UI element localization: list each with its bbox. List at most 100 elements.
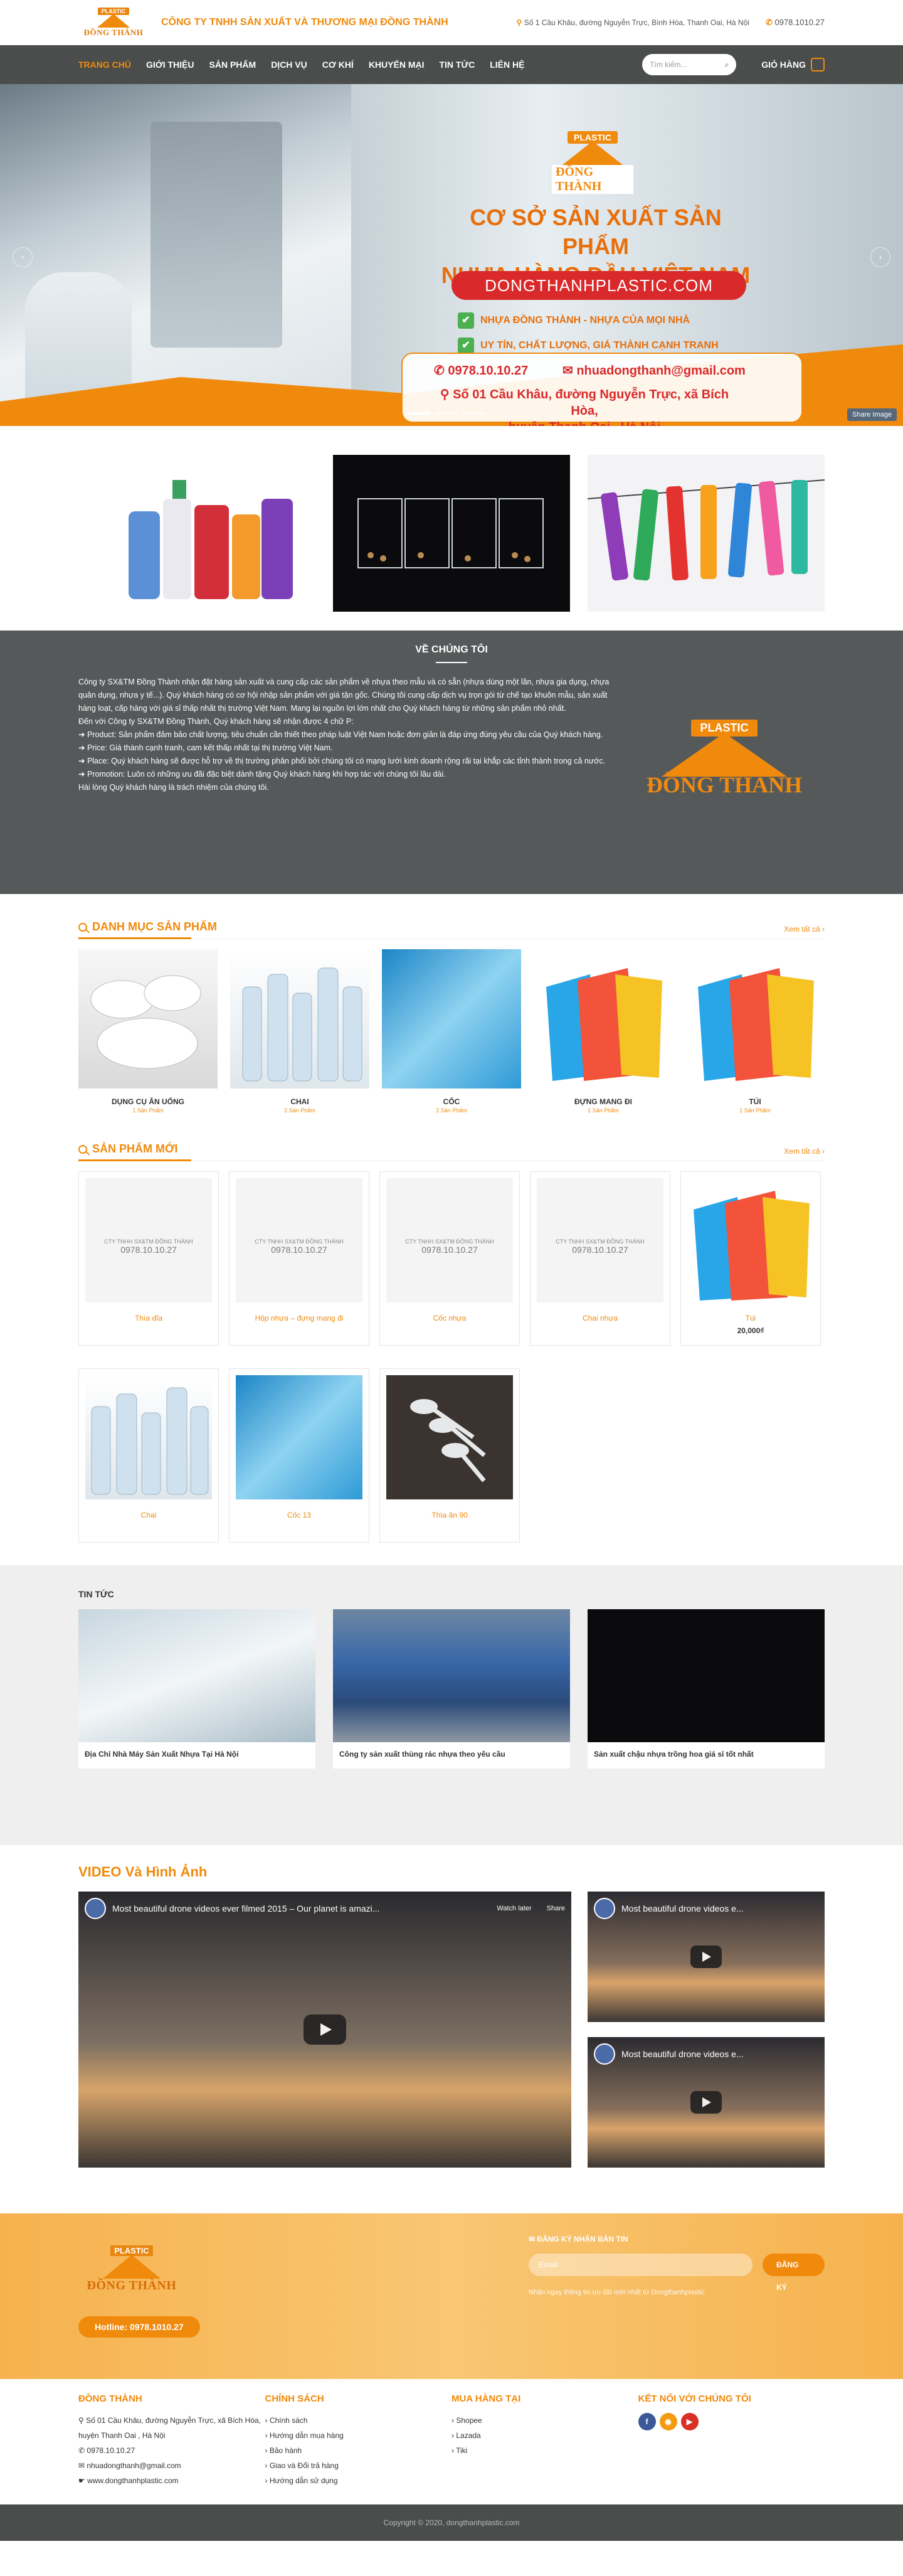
category-card[interactable]: TÚI 1 Sản Phẩm xyxy=(685,949,825,1114)
side-video-player[interactable]: Most beautiful drone videos e... xyxy=(588,1892,825,2022)
nav-mechanical[interactable]: CƠ KHÍ xyxy=(322,60,354,70)
news-headline[interactable]: Sản xuất chậu nhựa trồng hoa giá sỉ tốt … xyxy=(588,1742,825,1769)
search-input[interactable]: Tìm kiếm... ⌕ xyxy=(642,54,737,75)
product-card[interactable]: CTY TNHH SX&TM ĐỒNG THÀNH 0978.10.10.27 Th… xyxy=(78,1171,219,1346)
footer-phone[interactable]: ✆ 0978.10.10.27 xyxy=(78,2443,265,2458)
footer-email[interactable]: ✉ nhuadongthanh@gmail.com xyxy=(78,2458,265,2473)
banner-plastic-trays[interactable] xyxy=(333,455,570,612)
product-name[interactable]: Chai nhựa xyxy=(537,1314,663,1323)
play-icon[interactable] xyxy=(690,1945,722,1968)
watch-later-button[interactable]: Watch later xyxy=(497,1905,531,1912)
slider-next-icon[interactable]: › xyxy=(870,247,890,267)
category-card[interactable]: ĐỰNG MANG ĐI 1 Sản Phẩm xyxy=(534,949,673,1114)
product-card[interactable]: Chai xyxy=(78,1368,219,1543)
hero-check-1: ✔ NHỰA ĐỒNG THÀNH - NHỰA CỦA MỌI NHÀ xyxy=(458,312,690,329)
main-video-player[interactable]: Most beautiful drone videos ever filmed … xyxy=(78,1892,571,2168)
news-headline[interactable]: Công ty sản xuất thùng rác nhựa theo yêu… xyxy=(333,1742,570,1769)
product-name[interactable]: Hộp nhựa – đựng mang đi xyxy=(236,1314,362,1323)
nav-contact[interactable]: LIÊN HỆ xyxy=(490,60,524,70)
product-watermark: CTY TNHH SX&TM ĐỒNG THÀNH 0978.10.10.27 xyxy=(537,1238,663,1255)
nav-promotion[interactable]: KHUYẾN MẠI xyxy=(369,60,425,70)
youtube-icon[interactable]: ▶ xyxy=(680,2413,699,2430)
share-image-button[interactable]: Share Image xyxy=(847,408,897,421)
about-section: VỀ CHÚNG TÔI Công ty SX&TM Đồng Thành nh… xyxy=(0,631,903,894)
nav-about[interactable]: GIỚI THIỆU xyxy=(146,60,194,70)
category-see-all-link[interactable]: Xem tất cả › xyxy=(784,925,825,934)
category-card[interactable]: CHAI 2 Sản Phẩm xyxy=(230,949,369,1114)
footer-logo[interactable]: PLASTIC ĐỒNG THÀNH xyxy=(78,2235,185,2304)
footer-link[interactable]: › Shopee xyxy=(452,2413,638,2428)
footer-logo-triangle-icon xyxy=(103,2255,161,2279)
site-logo[interactable]: PLASTIC ĐỒNG THÀNH xyxy=(78,4,149,41)
banner-cleaning-bottles[interactable] xyxy=(78,455,315,612)
product-name[interactable]: Túi xyxy=(687,1314,814,1323)
play-icon[interactable] xyxy=(304,2014,346,2045)
about-logo: PLASTIC ĐỒNG THÀNH xyxy=(624,676,825,798)
nav-products[interactable]: SẢN PHẨM xyxy=(209,60,256,70)
category-card[interactable]: DỤNG CỤ ĂN UỐNG 1 Sản Phẩm xyxy=(78,949,218,1114)
copyright-text: Copyright © 2020, dongthanhplastic.com xyxy=(383,2518,520,2527)
product-card[interactable]: Túi 20,000₫ xyxy=(680,1171,821,1346)
share-button[interactable]: Share xyxy=(547,1905,565,1912)
video-main-title[interactable]: Most beautiful drone videos ever filmed … xyxy=(112,1903,490,1913)
footer-link[interactable]: › Lazada xyxy=(452,2428,638,2443)
nav-services[interactable]: DỊCH VỤ xyxy=(271,60,307,70)
news-card[interactable]: Sản xuất chậu nhựa trồng hoa giá sỉ tốt … xyxy=(588,1609,825,1769)
watermark-phone: 0978.10.10.27 xyxy=(120,1245,177,1255)
footer-link[interactable]: › Hướng dẫn sử dụng xyxy=(265,2473,452,2488)
newsletter-email-input[interactable]: Email xyxy=(529,2254,753,2276)
slider-prev-icon[interactable]: ‹ xyxy=(13,247,33,267)
product-card[interactable]: CTY TNHH SX&TM ĐỒNG THÀNH 0978.10.10.27 Hộ… xyxy=(229,1171,369,1346)
cart-label: GIỎ HÀNG xyxy=(761,60,806,70)
video-title-bar: Most beautiful drone videos ever filmed … xyxy=(85,1898,565,1919)
location-icon: ⚲ xyxy=(516,18,522,27)
hotline-button[interactable]: Hotline: 0978.1010.27 xyxy=(78,2316,200,2338)
slider-dot[interactable] xyxy=(435,412,458,415)
news-image xyxy=(333,1609,570,1742)
copyright-bar: Copyright © 2020, dongthanhplastic.com xyxy=(0,2504,903,2541)
product-name[interactable]: Thìa dĩa xyxy=(85,1314,212,1323)
bags-illustration xyxy=(546,968,662,1081)
nav-news[interactable]: TIN TỨC xyxy=(439,60,475,70)
category-card[interactable]: CỐC 2 Sản Phẩm xyxy=(382,949,521,1114)
footer-col-policy: CHÍNH SÁCH › Chính sách › Hướng dẫn mua … xyxy=(265,2392,452,2488)
header-phone[interactable]: ✆ 0978.1010.27 xyxy=(766,18,825,28)
search-icon[interactable]: ⌕ xyxy=(724,60,729,70)
product-card[interactable]: CTY TNHH SX&TM ĐỒNG THÀNH 0978.10.10.27 Ch… xyxy=(530,1171,670,1346)
rss-icon[interactable]: ◉ xyxy=(659,2413,677,2430)
footer-link[interactable]: › Hướng dẫn mua hàng xyxy=(265,2428,452,2443)
news-card[interactable]: Địa Chỉ Nhà Máy Sản Xuất Nhựa Tại Hà Nội xyxy=(78,1609,315,1769)
watermark-company: CTY TNHH SX&TM ĐỒNG THÀNH xyxy=(255,1238,344,1245)
product-name[interactable]: Cốc nhựa xyxy=(386,1314,513,1323)
newsletter-submit-button[interactable]: ĐĂNG KÝ xyxy=(763,2254,825,2292)
footer-link[interactable]: › Tiki xyxy=(452,2443,638,2458)
footer-link-text: Shopee xyxy=(456,2416,482,2425)
category-count: 2 Sản Phẩm xyxy=(436,1107,467,1114)
footer-link[interactable]: › Bảo hành xyxy=(265,2443,452,2458)
slider-dot[interactable] xyxy=(408,412,430,415)
new-products-see-all-link[interactable]: Xem tất cả › xyxy=(784,1147,825,1156)
facebook-icon[interactable]: f xyxy=(638,2413,656,2430)
about-logo-triangle-icon xyxy=(662,733,787,777)
cart-button[interactable]: GIỎ HÀNG xyxy=(761,58,825,72)
product-card[interactable]: CTY TNHH SX&TM ĐỒNG THÀNH 0978.10.10.27 Cố… xyxy=(379,1171,520,1346)
product-name[interactable]: Cốc 13 xyxy=(236,1511,362,1520)
product-name[interactable]: Chai xyxy=(85,1511,212,1520)
news-card[interactable]: Công ty sản xuất thùng rác nhựa theo yêu… xyxy=(333,1609,570,1769)
product-card[interactable]: Thìa ăn 90 xyxy=(379,1368,520,1543)
product-name[interactable]: Thìa ăn 90 xyxy=(386,1511,513,1520)
footer-link[interactable]: › Giao và Đổi trả hàng xyxy=(265,2458,452,2473)
play-icon[interactable] xyxy=(690,2091,722,2114)
side-video-player[interactable]: Most beautiful drone videos e... xyxy=(588,2037,825,2168)
news-headline[interactable]: Địa Chỉ Nhà Máy Sản Xuất Nhựa Tại Hà Nội xyxy=(78,1742,315,1769)
footer-address: ⚲ Số 01 Cầu Khâu, đường Nguyễn Trực, xã … xyxy=(78,2416,261,2440)
product-card[interactable]: Cốc 13 xyxy=(229,1368,369,1543)
banner-clothespins[interactable] xyxy=(588,455,825,612)
news-section: TIN TỨC Địa Chỉ Nhà Máy Sản Xuất Nhựa Tạ… xyxy=(0,1565,903,1845)
footer-link[interactable]: › Chính sách xyxy=(265,2413,452,2428)
nav-home[interactable]: TRANG CHỦ xyxy=(78,60,131,70)
side-video-title[interactable]: Most beautiful drone videos e... xyxy=(621,1903,744,1913)
side-video-title[interactable]: Most beautiful drone videos e... xyxy=(621,2049,744,2059)
slider-dot[interactable] xyxy=(463,412,485,415)
footer-website[interactable]: ☛ www.dongthanhplastic.com xyxy=(78,2473,265,2488)
